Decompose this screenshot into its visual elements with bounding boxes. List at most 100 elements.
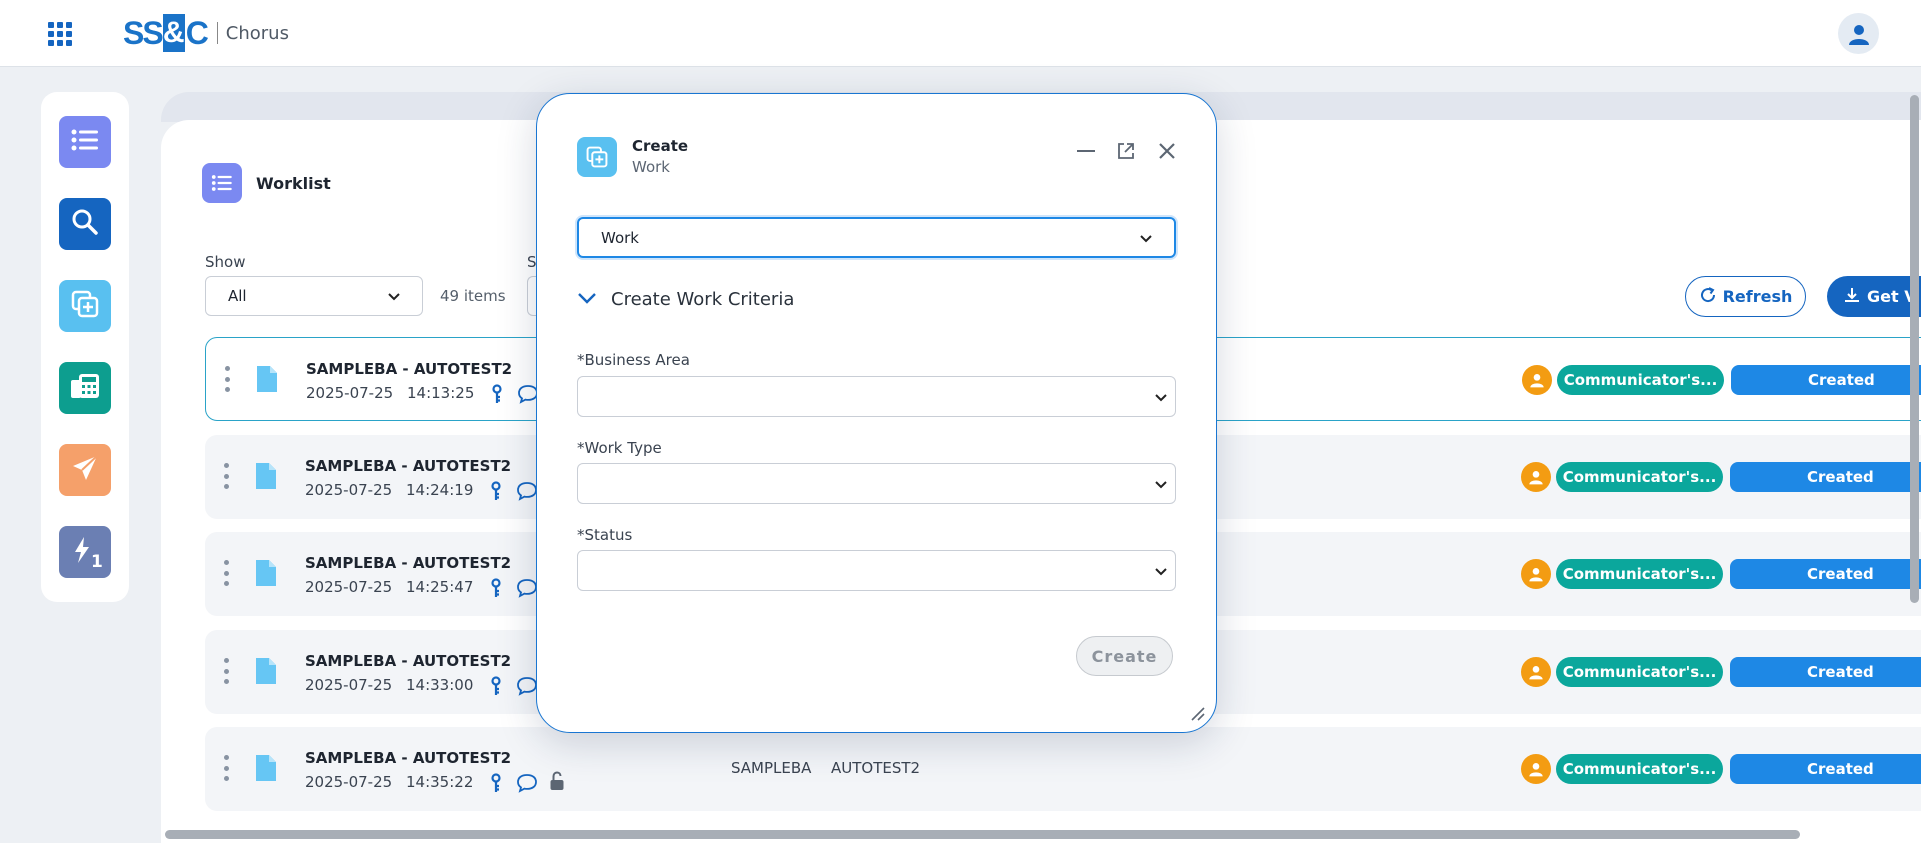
- chevron-down-icon: [388, 287, 400, 305]
- communicator-badge[interactable]: Communicator's...: [1556, 754, 1723, 784]
- download-icon: [1843, 286, 1861, 308]
- status-select[interactable]: [577, 550, 1176, 591]
- document-icon: [254, 656, 278, 690]
- key-icon[interactable]: [490, 773, 502, 797]
- document-icon: [255, 364, 279, 398]
- rail-quick-action-button[interactable]: 1: [59, 526, 111, 578]
- business-area-select[interactable]: [577, 376, 1176, 417]
- kebab-icon[interactable]: [223, 755, 229, 781]
- person-icon[interactable]: [1521, 559, 1551, 589]
- work-type-select[interactable]: [577, 463, 1176, 504]
- brand-logo[interactable]: SS & C Chorus: [123, 14, 289, 52]
- comment-icon[interactable]: [516, 773, 538, 797]
- key-icon[interactable]: [490, 676, 502, 700]
- horizontal-scrollbar[interactable]: [165, 830, 1800, 839]
- page-title: Worklist: [256, 174, 331, 193]
- user-icon[interactable]: [1838, 13, 1879, 54]
- person-icon[interactable]: [1521, 657, 1551, 687]
- minimize-icon[interactable]: [1077, 150, 1095, 152]
- kebab-icon[interactable]: [223, 560, 229, 586]
- communicator-badge[interactable]: Communicator's...: [1556, 559, 1723, 589]
- row-date: 2025-07-25: [306, 384, 394, 402]
- row-date: 2025-07-25: [305, 676, 393, 694]
- person-icon[interactable]: [1521, 754, 1551, 784]
- grid-icon[interactable]: [48, 22, 72, 46]
- list-icon: [202, 163, 242, 203]
- row-work-type: AUTOTEST2: [831, 759, 921, 777]
- row-date: 2025-07-25: [305, 481, 393, 499]
- status-badge: Created: [1730, 559, 1921, 589]
- table-row[interactable]: SAMPLEBA - AUTOTEST2 2025-07-25 14:35:22…: [205, 727, 1921, 811]
- comment-icon[interactable]: [516, 676, 538, 700]
- logo-amp-text: &: [162, 14, 185, 52]
- row-time: 14:13:25: [407, 384, 475, 402]
- kebab-icon[interactable]: [224, 366, 230, 392]
- left-rail: 1: [41, 92, 129, 602]
- status-label: *Status: [577, 526, 633, 544]
- comment-icon[interactable]: [516, 578, 538, 602]
- items-count: 49 items: [440, 287, 506, 305]
- create-type-select[interactable]: Work: [577, 217, 1176, 258]
- refresh-button[interactable]: Refresh: [1685, 276, 1806, 317]
- create-button[interactable]: Create: [1076, 636, 1173, 676]
- create-copy-icon: [577, 137, 617, 177]
- app-name: Chorus: [225, 22, 289, 44]
- key-icon[interactable]: [490, 578, 502, 602]
- work-type-label: *Work Type: [577, 439, 662, 457]
- kebab-icon[interactable]: [223, 463, 229, 489]
- logo-c-text: C: [185, 14, 209, 51]
- key-icon[interactable]: [491, 384, 503, 408]
- create-type-value: Work: [601, 228, 639, 247]
- row-time: 14:35:22: [406, 773, 474, 791]
- rail-create-button[interactable]: [59, 280, 111, 332]
- rail-worklist-button[interactable]: [59, 116, 111, 168]
- status-badge: Created: [1731, 365, 1921, 395]
- search-icon: [71, 208, 99, 240]
- criteria-toggle[interactable]: Create Work Criteria: [577, 289, 794, 310]
- person-icon[interactable]: [1521, 462, 1551, 492]
- logo-ss-text: SS: [123, 14, 164, 51]
- quick-action-badge: 1: [91, 552, 103, 572]
- show-select[interactable]: All: [205, 276, 423, 316]
- resize-handle-icon[interactable]: [1190, 706, 1206, 726]
- lock-icon[interactable]: [549, 771, 565, 795]
- dialog-subtitle: Work: [632, 158, 670, 176]
- document-icon: [254, 558, 278, 592]
- status-badge: Created: [1730, 657, 1921, 687]
- communicator-badge[interactable]: Communicator's...: [1556, 462, 1723, 492]
- document-calculator-icon: [70, 372, 100, 404]
- row-time: 14:25:47: [406, 578, 474, 596]
- vertical-scrollbar[interactable]: [1910, 95, 1919, 603]
- key-icon[interactable]: [490, 481, 502, 505]
- comment-icon[interactable]: [516, 481, 538, 505]
- send-icon: [71, 454, 99, 486]
- chevron-down-icon: [1155, 387, 1167, 406]
- criteria-label: Create Work Criteria: [611, 289, 795, 310]
- row-date: 2025-07-25: [305, 578, 393, 596]
- document-icon: [254, 461, 278, 495]
- business-area-label: *Business Area: [577, 351, 690, 369]
- rail-documents-button[interactable]: [59, 362, 111, 414]
- create-work-dialog: Create Work Work Create Work Criteria *B…: [536, 93, 1217, 733]
- list-icon: [71, 128, 99, 156]
- row-title: SAMPLEBA - AUTOTEST2: [305, 652, 512, 670]
- popout-icon[interactable]: [1117, 142, 1135, 164]
- communicator-badge[interactable]: Communicator's...: [1557, 365, 1724, 395]
- row-business-area: SAMPLEBA: [731, 759, 812, 777]
- logo-divider: [216, 22, 218, 44]
- row-time: 14:33:00: [406, 676, 474, 694]
- row-title: SAMPLEBA - AUTOTEST2: [305, 554, 512, 572]
- chevron-down-icon: [1155, 561, 1167, 580]
- rail-search-button[interactable]: [59, 198, 111, 250]
- person-icon[interactable]: [1522, 365, 1552, 395]
- row-time: 14:24:19: [406, 481, 474, 499]
- rail-send-button[interactable]: [59, 444, 111, 496]
- show-select-value: All: [228, 287, 247, 305]
- kebab-icon[interactable]: [223, 658, 229, 684]
- document-icon: [254, 753, 278, 787]
- get-work-button[interactable]: Get V: [1827, 276, 1921, 317]
- close-icon[interactable]: [1157, 141, 1177, 165]
- communicator-badge[interactable]: Communicator's...: [1556, 657, 1723, 687]
- chevron-down-icon: [1140, 229, 1152, 247]
- refresh-label: Refresh: [1722, 287, 1793, 306]
